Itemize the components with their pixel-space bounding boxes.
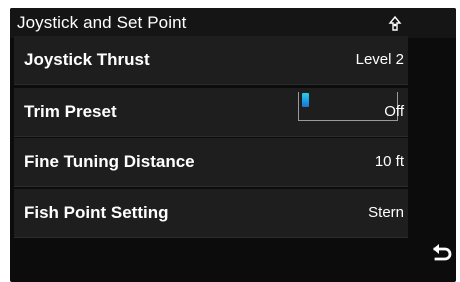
row-fish-point-setting[interactable]: Fish Point Setting Stern	[14, 189, 408, 238]
row-value: 10 ft	[374, 153, 404, 170]
joystick-settings-screen: Joystick and Set Point Joystick Thrust L…	[10, 8, 456, 282]
screen-header: Joystick and Set Point	[10, 8, 456, 38]
row-fine-tuning-distance[interactable]: Fine Tuning Distance 10 ft	[14, 138, 408, 187]
back-arrow-icon[interactable]	[430, 242, 452, 264]
row-label: Fine Tuning Distance	[24, 152, 195, 171]
pin-icon	[388, 16, 402, 31]
row-label: Fish Point Setting	[24, 203, 169, 222]
row-value: Level 2	[355, 51, 404, 68]
row-label: Joystick Thrust	[24, 50, 150, 69]
row-joystick-thrust[interactable]: Joystick Thrust Level 2	[14, 36, 408, 85]
trim-preset-toggle[interactable]	[298, 92, 398, 121]
row-label: Trim Preset	[24, 102, 117, 121]
row-value: Stern	[368, 204, 404, 221]
row-trim-preset[interactable]: Trim Preset Off	[14, 88, 408, 137]
page-title: Joystick and Set Point	[17, 13, 187, 32]
toggle-thumb[interactable]	[302, 93, 309, 107]
row-value: Off	[384, 103, 404, 120]
